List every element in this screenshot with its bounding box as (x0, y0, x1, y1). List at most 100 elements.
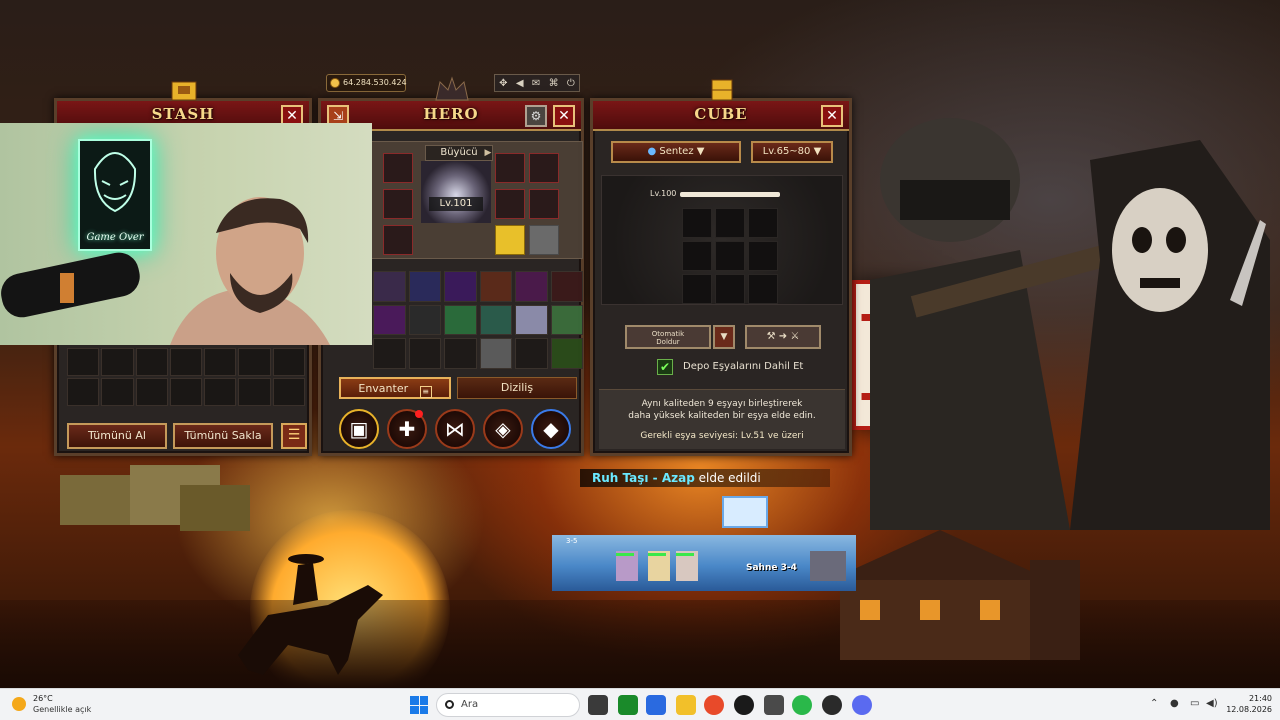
stash-slot[interactable] (204, 378, 237, 406)
equip-slot[interactable] (495, 153, 525, 183)
stash-slot[interactable] (101, 378, 134, 406)
equip-slot-stone[interactable] (529, 225, 559, 255)
tab-inventory[interactable]: Envanter ≡ (339, 377, 451, 399)
chest-icon[interactable]: ▣ (339, 409, 379, 449)
cube-slot[interactable] (682, 274, 712, 304)
stash-slot[interactable] (272, 348, 305, 376)
auto-fill-button[interactable]: Otomatik Doldur (625, 325, 711, 349)
inventory-slot[interactable] (444, 271, 477, 302)
chrome-profile-icon[interactable] (792, 695, 812, 715)
inventory-slot[interactable] (408, 304, 441, 336)
hero-close-button[interactable]: ✕ (553, 105, 575, 127)
cube-slot[interactable] (748, 274, 778, 304)
controller-icon[interactable]: ⌘ (549, 78, 559, 89)
equip-slot[interactable] (495, 189, 525, 219)
power-icon[interactable]: ⏻ (567, 78, 575, 89)
tab-lineup[interactable]: Diziliş (457, 377, 577, 399)
system-toolbar: ✥ ◀ ✉ ⌘ ⏻ (494, 74, 580, 92)
inventory-slot[interactable] (408, 338, 441, 369)
rune-icon[interactable]: ⋈ (435, 409, 475, 449)
inventory-slot[interactable] (408, 271, 441, 302)
inventory-slot[interactable] (515, 304, 548, 336)
cube-icon[interactable]: ◈ (483, 409, 523, 449)
inventory-slot[interactable] (373, 271, 406, 302)
equip-slot[interactable] (383, 153, 413, 183)
combine-button[interactable]: ⚒ ➜ ⚔ (745, 325, 821, 349)
class-next-arrow-icon[interactable]: ▶ (483, 147, 493, 159)
stash-slot[interactable] (135, 378, 168, 406)
cube-slot[interactable] (748, 208, 778, 238)
file-explorer-icon[interactable] (676, 695, 696, 715)
stash-slot[interactable] (101, 348, 134, 376)
hero-sprite (676, 551, 698, 581)
discord-icon[interactable] (852, 695, 872, 715)
cube-crown-icon (711, 79, 733, 101)
tray-volume-icon[interactable]: ◀) (1206, 698, 1218, 709)
cube-slot[interactable] (682, 208, 712, 238)
inventory-slot[interactable] (373, 304, 406, 336)
stash-slot[interactable] (67, 348, 100, 376)
inventory-slot[interactable] (444, 304, 477, 336)
cube-slot[interactable] (748, 241, 778, 271)
inventory-slot[interactable] (373, 338, 406, 369)
chatgpt-icon[interactable] (734, 695, 754, 715)
cube-slot[interactable] (715, 274, 745, 304)
taskbar-clock[interactable]: 21:40 12.08.2026 (1226, 693, 1272, 715)
move-icon[interactable]: ✥ (499, 78, 507, 89)
take-all-button[interactable]: Tümünü Al (67, 423, 167, 449)
equip-slot[interactable] (529, 153, 559, 183)
inventory-slot[interactable] (479, 338, 512, 369)
reward-chest-icon[interactable] (722, 496, 768, 528)
inventory-slot[interactable] (515, 338, 548, 369)
stash-slot[interactable] (238, 348, 271, 376)
cube-level-select[interactable]: Lv.65~80 ▼ (751, 141, 833, 163)
xbox-icon[interactable] (618, 695, 638, 715)
cube-slot[interactable] (682, 241, 712, 271)
tray-display-icon[interactable]: ▭ (1190, 698, 1199, 709)
stash-slot[interactable] (238, 378, 271, 406)
inventory-slot[interactable] (550, 338, 583, 369)
taskbar-search-input[interactable]: Ara (436, 693, 580, 717)
stash-slot[interactable] (67, 378, 100, 406)
task-view-icon[interactable] (588, 695, 608, 715)
chrome-icon[interactable] (704, 695, 724, 715)
volume-icon[interactable]: ◀ (516, 78, 524, 89)
cube-info-line-2: daha yüksek kaliteden bir eşya elde edin… (628, 411, 816, 421)
hero-settings-button[interactable]: ⚙ (525, 105, 547, 127)
auto-fill-dropdown-button[interactable]: ▼ (713, 325, 735, 349)
inventory-slot[interactable] (444, 338, 477, 369)
hide-all-button[interactable]: Tümünü Sakla (173, 423, 273, 449)
inventory-slot[interactable] (479, 304, 512, 336)
tray-chevron-icon[interactable]: ⌃ (1150, 698, 1158, 709)
stash-slot[interactable] (169, 378, 203, 406)
inventory-slot[interactable] (479, 271, 512, 302)
stash-slot[interactable] (204, 348, 237, 376)
outlook-icon[interactable] (646, 695, 666, 715)
stash-slot[interactable] (135, 348, 168, 376)
start-button[interactable] (410, 696, 428, 714)
mail-icon[interactable]: ✉ (532, 78, 540, 89)
cube-slot[interactable] (715, 208, 745, 238)
inventory-slot[interactable] (515, 271, 548, 302)
inventory-slot[interactable] (550, 271, 583, 302)
game-app-icon[interactable] (764, 695, 784, 715)
sort-menu-icon[interactable]: ≡ (419, 386, 432, 398)
equip-slot-gem[interactable] (495, 225, 525, 255)
cube-close-button[interactable]: ✕ (821, 105, 843, 127)
stash-menu-button[interactable]: ☰ (281, 423, 307, 449)
tray-mic-icon[interactable]: ● (1170, 698, 1179, 709)
inventory-slot[interactable] (550, 304, 583, 336)
cross-icon[interactable]: ✚ (387, 409, 427, 449)
notification-item-name: Ruh Taşı - Azap (592, 471, 695, 485)
include-stash-checkbox[interactable]: ✔ (657, 359, 673, 375)
equip-slot[interactable] (383, 189, 413, 219)
obs-icon[interactable] (822, 695, 842, 715)
crystal-icon[interactable]: ◆ (531, 409, 571, 449)
stash-slot[interactable] (169, 348, 203, 376)
cube-slot[interactable] (715, 241, 745, 271)
equip-slot[interactable] (529, 189, 559, 219)
cube-mode-select[interactable]: ● Sentez ▼ (611, 141, 741, 163)
include-stash-label: Depo Eşyalarını Dahil Et (683, 361, 804, 372)
stash-slot[interactable] (272, 378, 305, 406)
equip-slot[interactable] (383, 225, 413, 255)
